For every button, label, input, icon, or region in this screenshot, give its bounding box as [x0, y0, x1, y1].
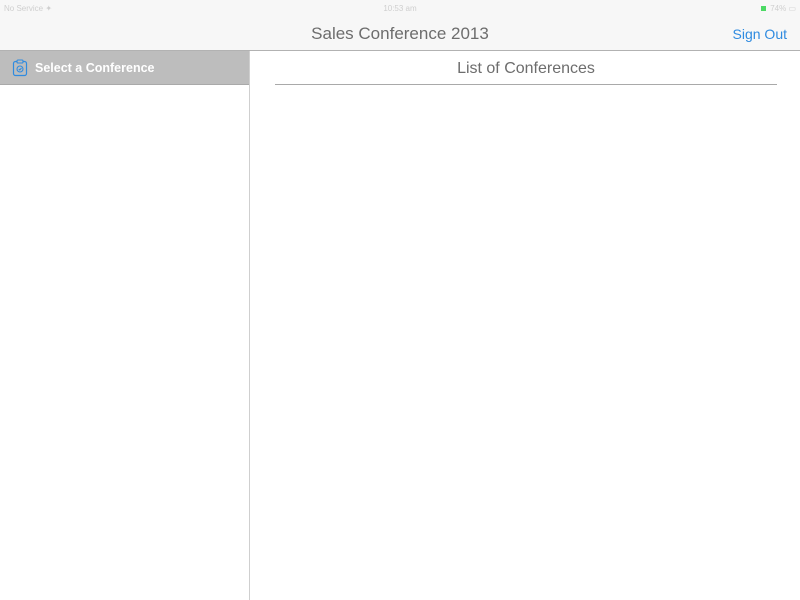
battery-icon — [761, 6, 767, 11]
app-screen: No Service ✦ 10:53 am 74% ▭ Sales Confer… — [0, 0, 800, 600]
page-title: Sales Conference 2013 — [311, 24, 489, 43]
sidebar-item-select-conference[interactable]: Select a Conference — [0, 51, 249, 85]
status-time: 10:53 am — [383, 4, 417, 13]
clipboard-icon — [12, 58, 28, 77]
battery-status: 74% ▭ — [761, 4, 796, 13]
battery-text: 74% ▭ — [770, 4, 796, 13]
status-bar: No Service ✦ 10:53 am 74% ▭ — [0, 0, 800, 18]
sidebar-item-label: Select a Conference — [35, 60, 155, 75]
title-divider — [275, 84, 777, 85]
navigation-bar: Sales Conference 2013 Sign Out — [0, 18, 800, 51]
sign-out-button[interactable]: Sign Out — [733, 26, 787, 42]
sidebar: Select a Conference — [0, 51, 250, 600]
section-title: List of Conferences — [457, 60, 595, 77]
main-content: List of Conferences — [250, 51, 800, 600]
